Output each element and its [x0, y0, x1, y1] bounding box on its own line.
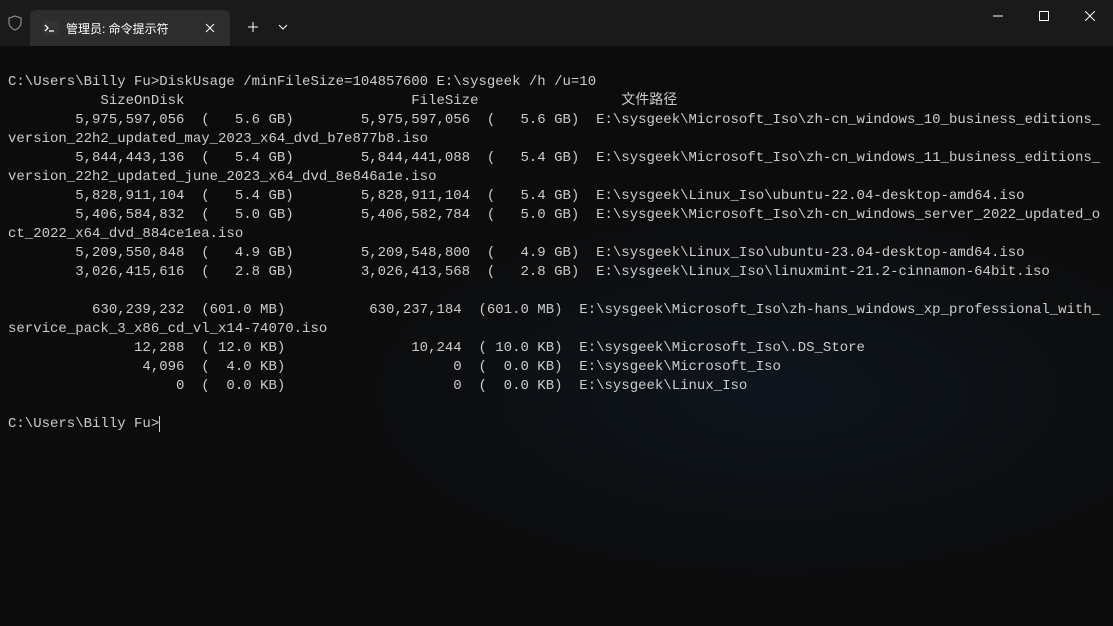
- new-tab-button[interactable]: [238, 12, 268, 42]
- titlebar: 管理员: 命令提示符: [0, 0, 1113, 46]
- cmd-icon: [42, 20, 58, 36]
- terminal-output[interactable]: C:\Users\Billy Fu>DiskUsage /minFileSize…: [0, 46, 1113, 442]
- tab-dropdown-button[interactable]: [268, 12, 298, 42]
- close-tab-button[interactable]: [202, 20, 218, 36]
- cursor: [159, 416, 160, 432]
- tab-command-prompt[interactable]: 管理员: 命令提示符: [30, 10, 230, 46]
- tab-title: 管理员: 命令提示符: [66, 20, 194, 37]
- window-controls: [975, 0, 1113, 46]
- close-window-button[interactable]: [1067, 0, 1113, 32]
- titlebar-left: 管理员: 命令提示符: [0, 0, 298, 46]
- minimize-button[interactable]: [975, 0, 1021, 32]
- maximize-button[interactable]: [1021, 0, 1067, 32]
- shield-icon: [0, 0, 30, 46]
